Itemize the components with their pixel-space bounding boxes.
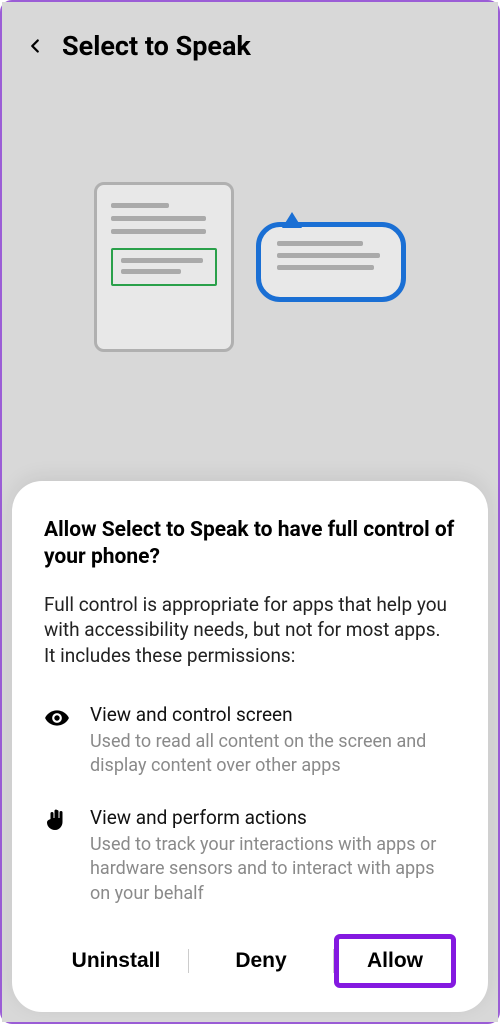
permission-label: View and perform actions [90,806,456,829]
eye-icon [44,703,72,779]
header: Select to Speak [2,2,498,82]
permission-label: View and control screen [90,703,456,726]
dialog-title: Allow Select to Speak to have full contr… [44,517,456,572]
deny-button[interactable]: Deny [189,935,333,987]
highlight-box-graphic [111,248,217,286]
allow-button[interactable]: Allow [339,939,451,983]
document-graphic [94,182,234,352]
permission-view-screen: View and control screen Used to read all… [44,703,456,779]
back-icon[interactable] [24,35,46,57]
dialog-buttons: Uninstall Deny Allow [44,934,456,988]
speech-bubble-graphic [256,222,406,302]
allow-highlight-annotation: Allow [334,934,456,988]
illustration [2,182,498,352]
hand-icon [44,806,72,906]
dialog-body: Full control is appropriate for apps tha… [44,592,456,669]
permission-perform-actions: View and perform actions Used to track y… [44,806,456,906]
uninstall-button[interactable]: Uninstall [44,935,188,987]
permission-dialog: Allow Select to Speak to have full contr… [12,481,488,1012]
permission-description: Used to track your interactions with app… [90,833,456,906]
page-title: Select to Speak [62,30,251,62]
permission-description: Used to read all content on the screen a… [90,730,456,779]
